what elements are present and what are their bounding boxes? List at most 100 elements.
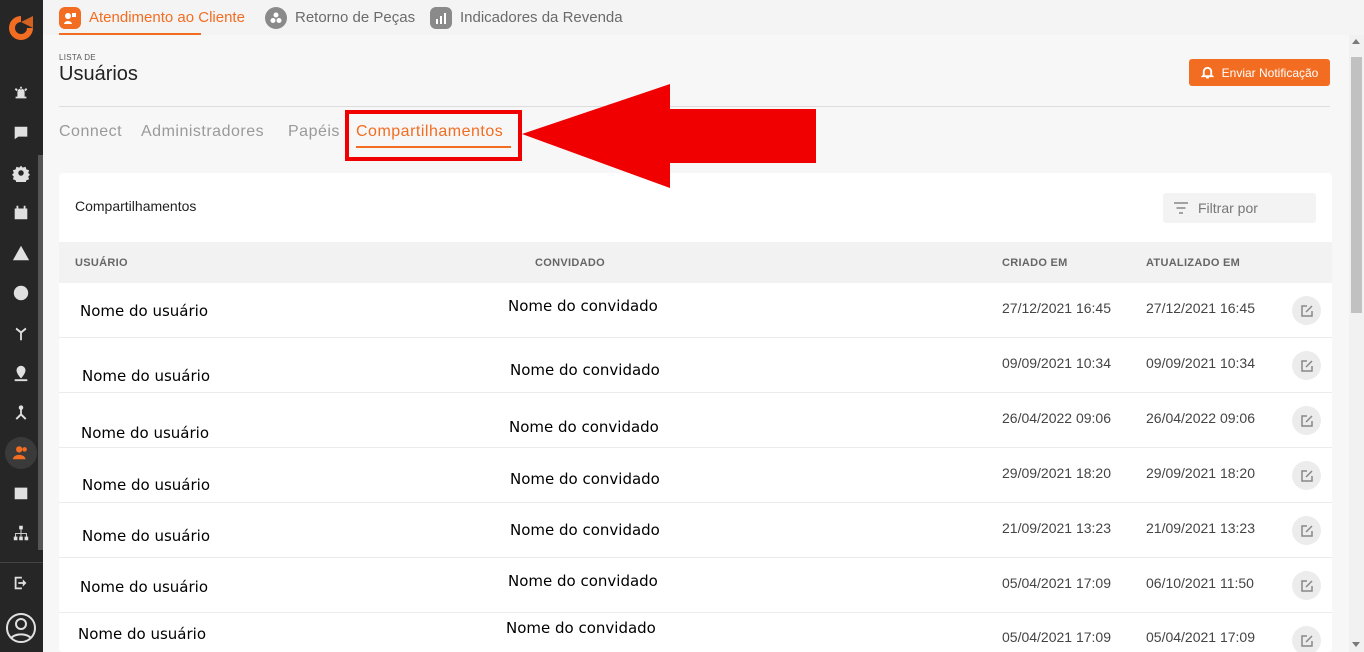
created-at: 21/09/2021 13:23 — [1002, 520, 1111, 536]
user-name: Nome do usuário — [80, 302, 209, 320]
updated-at: 21/09/2021 13:23 — [1146, 520, 1255, 536]
created-at: 05/04/2021 17:09 — [1002, 629, 1111, 645]
guest-name: Nome do convidado — [510, 521, 660, 539]
customer-service-icon — [59, 6, 81, 29]
calendar-icon[interactable] — [11, 483, 31, 503]
edit-button[interactable] — [1292, 351, 1321, 380]
hierarchy-icon[interactable] — [11, 523, 31, 543]
calendar-check-icon[interactable] — [11, 203, 31, 223]
table-row[interactable]: Nome do usuário Nome do convidado 09/09/… — [59, 338, 1332, 393]
warning-icon[interactable] — [11, 243, 31, 263]
table-row[interactable]: Nome do usuário Nome do convidado 21/09/… — [59, 503, 1332, 558]
column-header-criado-em[interactable]: CRIADO EM — [1002, 257, 1068, 269]
user-name: Nome do usuário — [81, 424, 210, 442]
updated-at: 27/12/2021 16:45 — [1146, 300, 1255, 316]
column-header-atualizado-em[interactable]: ATUALIZADO EM — [1146, 257, 1240, 269]
settings-icon[interactable] — [11, 163, 31, 183]
edit-icon — [1300, 304, 1313, 317]
subtab-administradores[interactable]: Administradores — [141, 123, 264, 141]
shares-card: Compartilhamentos Filtrar por USUÁRIO CO… — [59, 173, 1332, 652]
table-header: USUÁRIO CONVIDADO CRIADO EM ATUALIZADO E… — [59, 242, 1332, 283]
users-icon[interactable] — [11, 443, 31, 463]
parts-return-icon — [265, 6, 287, 29]
guest-name: Nome do convidado — [510, 361, 660, 379]
card-title: Compartilhamentos — [75, 198, 197, 214]
created-at: 29/09/2021 18:20 — [1002, 465, 1111, 481]
edit-button[interactable] — [1292, 296, 1321, 325]
subtab-connect[interactable]: Connect — [59, 123, 122, 141]
guest-name: Nome do convidado — [508, 297, 658, 315]
column-header-usuario[interactable]: USUÁRIO — [75, 257, 128, 269]
edit-icon — [1300, 469, 1313, 482]
top-tab-bar: Atendimento ao Cliente Retorno de Peças … — [43, 0, 1364, 35]
page-overline: LISTA DE — [59, 53, 96, 62]
user-name: Nome do usuário — [82, 527, 211, 545]
table-row[interactable]: Nome do usuário Nome do convidado 05/04/… — [59, 613, 1332, 652]
guest-name: Nome do convidado — [510, 470, 660, 488]
alarm-icon[interactable] — [11, 83, 31, 103]
scroll-down-icon[interactable] — [1352, 642, 1360, 647]
sidebar-divider — [0, 562, 43, 563]
tab-label: Indicadores da Revenda — [460, 9, 623, 26]
tab-label: Atendimento ao Cliente — [89, 9, 245, 26]
scroll-up-icon[interactable] — [1352, 39, 1360, 44]
user-name: Nome do usuário — [82, 476, 211, 494]
page-scrollbar[interactable] — [1349, 35, 1364, 652]
chat-icon[interactable] — [11, 123, 31, 143]
tab-retorno-de-pecas[interactable]: Retorno de Peças — [265, 0, 415, 35]
edit-button[interactable] — [1292, 461, 1321, 490]
tab-atendimento-ao-cliente[interactable]: Atendimento ao Cliente — [59, 0, 245, 35]
created-at: 27/12/2021 16:45 — [1002, 300, 1111, 316]
bell-icon — [1200, 66, 1214, 79]
edit-icon — [1300, 414, 1313, 427]
table-row[interactable]: Nome do usuário Nome do convidado 27/12/… — [59, 283, 1332, 338]
sidebar — [0, 0, 43, 652]
updated-at: 26/04/2022 09:06 — [1146, 410, 1255, 426]
table-row[interactable]: Nome do usuário Nome do convidado 26/04/… — [59, 393, 1332, 448]
edit-button[interactable] — [1292, 516, 1321, 545]
guest-name: Nome do convidado — [509, 418, 659, 436]
edit-button[interactable] — [1292, 571, 1321, 600]
scrollbar-thumb[interactable] — [1351, 57, 1362, 313]
filter-label: Filtrar por — [1198, 200, 1258, 216]
table-row[interactable]: Nome do usuário Nome do convidado 29/09/… — [59, 448, 1332, 503]
column-header-convidado[interactable]: CONVIDADO — [535, 257, 605, 269]
account-icon[interactable] — [5, 612, 37, 644]
bar-chart-icon — [430, 6, 452, 29]
annotation-highlight-box — [345, 110, 522, 161]
network-icon[interactable] — [11, 403, 31, 423]
edit-button[interactable] — [1292, 626, 1321, 652]
created-at: 09/09/2021 10:34 — [1002, 355, 1111, 371]
annotation-arrow-icon — [522, 84, 816, 188]
subtab-papeis[interactable]: Papéis — [288, 123, 340, 141]
updated-at: 09/09/2021 10:34 — [1146, 355, 1255, 371]
page-title: Usuários — [59, 63, 138, 85]
edit-icon — [1300, 359, 1313, 372]
edit-icon — [1300, 579, 1313, 592]
tab-indicadores-da-revenda[interactable]: Indicadores da Revenda — [430, 0, 623, 35]
location-user-icon[interactable] — [11, 363, 31, 383]
edit-icon — [1300, 524, 1313, 537]
created-at: 05/04/2021 17:09 — [1002, 575, 1111, 591]
globe-icon[interactable] — [11, 283, 31, 303]
logout-icon[interactable] — [11, 573, 31, 593]
user-name: Nome do usuário — [80, 578, 209, 596]
created-at: 26/04/2022 09:06 — [1002, 410, 1111, 426]
plant-icon[interactable] — [11, 323, 31, 343]
guest-name: Nome do convidado — [506, 619, 656, 637]
updated-at: 29/09/2021 18:20 — [1146, 465, 1255, 481]
edit-button[interactable] — [1292, 406, 1321, 435]
user-name: Nome do usuário — [78, 625, 207, 643]
edit-icon — [1300, 634, 1313, 647]
updated-at: 06/10/2021 11:50 — [1146, 575, 1254, 591]
filter-button[interactable]: Filtrar por — [1163, 193, 1316, 223]
filter-icon — [1174, 202, 1188, 214]
table-row[interactable]: Nome do usuário Nome do convidado 05/04/… — [59, 558, 1332, 613]
brand-logo[interactable] — [5, 12, 37, 44]
tab-label: Retorno de Peças — [295, 9, 416, 26]
updated-at: 05/04/2021 17:09 — [1146, 629, 1255, 645]
user-name: Nome do usuário — [82, 367, 211, 385]
send-notification-button[interactable]: Enviar Notificação — [1189, 59, 1330, 86]
send-notification-label: Enviar Notificação — [1221, 65, 1319, 80]
guest-name: Nome do convidado — [508, 572, 658, 590]
